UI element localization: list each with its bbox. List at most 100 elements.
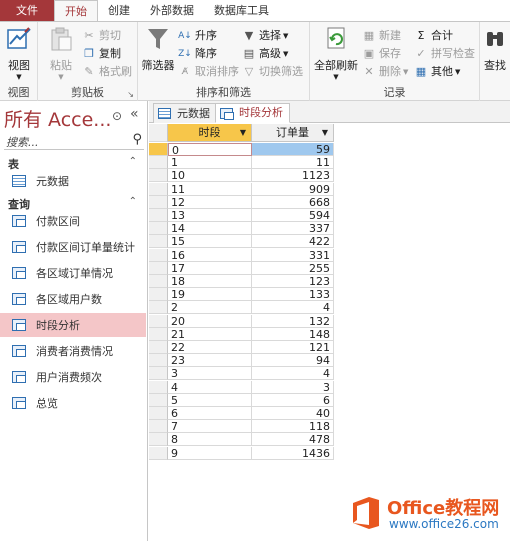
tab-external-data[interactable]: 外部数据 [140,0,204,22]
cell-order-count[interactable]: 94 [252,354,334,367]
cell-period[interactable]: 4 [168,381,252,394]
row-selector[interactable] [149,420,168,433]
column-header-order-count[interactable]: 订单量 ▼ [252,124,334,142]
collapse-pane-icon[interactable]: « [130,106,139,122]
section-queries-collapse-icon[interactable]: ⌃ [129,196,137,207]
cell-order-count[interactable]: 133 [252,288,334,301]
row-selector[interactable] [149,196,168,209]
nav-search-input[interactable]: 搜索... ⚲ [4,132,144,150]
cell-order-count[interactable]: 4 [252,367,334,380]
tab-create[interactable]: 创建 [98,0,140,22]
save-record-button[interactable]: ▣ 保存 [362,46,401,62]
sort-dropdown-icon[interactable]: ▼ [240,124,246,142]
tab-home[interactable]: 开始 [54,0,98,22]
cell-order-count[interactable]: 118 [252,420,334,433]
cell-order-count[interactable]: 594 [252,209,334,222]
toggle-filter-button[interactable]: ▽ 切换筛选 [242,64,303,80]
remove-sort-button[interactable]: A̸ 取消排序 [178,64,239,80]
cell-period[interactable]: 12 [168,196,252,209]
cell-order-count[interactable]: 909 [252,183,334,196]
row-selector[interactable] [149,447,168,460]
cell-order-count[interactable]: 337 [252,222,334,235]
cell-period[interactable]: 10 [168,169,252,182]
cell-order-count[interactable]: 6 [252,394,334,407]
nav-item-query-selected[interactable]: 时段分析 [0,313,146,337]
cell-period[interactable]: 16 [168,249,252,262]
cell-period[interactable]: 18 [168,275,252,288]
cell-period[interactable]: 7 [168,420,252,433]
format-painter-button[interactable]: ✎ 格式刷 [82,64,132,80]
row-selector[interactable] [149,209,168,222]
cell-period[interactable]: 2 [168,301,252,314]
totals-button[interactable]: Σ 合计 [414,28,453,44]
cell-period[interactable]: 9 [168,447,252,460]
nav-item-query[interactable]: 总览 [0,391,146,415]
row-selector[interactable] [149,301,168,314]
cell-order-count[interactable]: 668 [252,196,334,209]
row-selector[interactable] [149,143,168,156]
row-selector[interactable] [149,341,168,354]
cell-order-count[interactable]: 132 [252,315,334,328]
cell-period[interactable]: 3 [168,367,252,380]
more-button[interactable]: ▦ 其他 ▼ [414,64,461,80]
column-header-period[interactable]: 时段 ▼ [168,124,252,142]
filter-button[interactable]: 筛选器 [141,26,175,73]
nav-menu-icon[interactable]: ⊙ [112,109,122,123]
nav-item-query[interactable]: 各区域订单情况 [0,261,146,285]
new-record-button[interactable]: ▦ 新建 [362,28,401,44]
selection-button[interactable]: ▼ 选择 ▼ [242,28,289,44]
nav-title[interactable]: 所有 Acce... [4,105,111,132]
cell-period[interactable]: 23 [168,354,252,367]
cell-period[interactable]: 14 [168,222,252,235]
row-selector[interactable] [149,169,168,182]
row-selector[interactable] [149,354,168,367]
find-button[interactable]: 查找 [480,26,510,73]
select-all-corner[interactable] [149,124,168,142]
nav-item-query[interactable]: 各区域用户数 [0,287,146,311]
nav-item-metadata-table[interactable]: 元数据 [0,169,146,193]
row-selector[interactable] [149,235,168,248]
row-selector[interactable] [149,275,168,288]
delete-record-button[interactable]: ✕ 删除 ▼ [362,64,408,80]
cell-period[interactable]: 19 [168,288,252,301]
cell-period[interactable]: 11 [168,183,252,196]
nav-item-query[interactable]: 付款区间订单量统计 [0,235,146,259]
cell-period[interactable]: 6 [168,407,252,420]
section-tables-collapse-icon[interactable]: ⌃ [129,156,137,167]
cell-period[interactable]: 15 [168,235,252,248]
advanced-button[interactable]: ▤ 高级 ▼ [242,46,289,62]
cell-period[interactable]: 0 [168,143,252,156]
spelling-button[interactable]: ✓ 拼写检查 [414,46,475,62]
row-selector[interactable] [149,156,168,169]
cell-period[interactable]: 17 [168,262,252,275]
cell-order-count[interactable]: 123 [252,275,334,288]
refresh-all-button[interactable]: 全部刷新 ▼ [312,26,360,81]
cell-order-count[interactable]: 1123 [252,169,334,182]
nav-item-query[interactable]: 用户消费频次 [0,365,146,389]
tab-file[interactable]: 文件 [0,0,54,22]
row-selector[interactable] [149,222,168,235]
cell-order-count[interactable]: 11 [252,156,334,169]
cell-period[interactable]: 5 [168,394,252,407]
cell-period[interactable]: 8 [168,433,252,446]
sort-descending-button[interactable]: Z↓ 降序 [178,46,217,62]
row-selector[interactable] [149,407,168,420]
cell-order-count[interactable]: 1436 [252,447,334,460]
cell-order-count[interactable]: 40 [252,407,334,420]
row-selector[interactable] [149,381,168,394]
cell-order-count[interactable]: 478 [252,433,334,446]
row-selector[interactable] [149,288,168,301]
doc-tab-time-analysis[interactable]: 时段分析 [215,103,290,123]
sort-dropdown-icon[interactable]: ▼ [322,124,328,142]
row-selector[interactable] [149,262,168,275]
dialog-launcher-icon[interactable]: ↘ [127,90,134,99]
row-selector[interactable] [149,249,168,262]
cell-period[interactable]: 20 [168,315,252,328]
cell-order-count[interactable]: 422 [252,235,334,248]
cell-order-count[interactable]: 331 [252,249,334,262]
nav-item-query[interactable]: 付款区间 [0,209,146,233]
sort-ascending-button[interactable]: A↓ 升序 [178,28,217,44]
copy-button[interactable]: ❐ 复制 [82,46,121,62]
cell-order-count[interactable]: 148 [252,328,334,341]
cut-button[interactable]: ✂ 剪切 [82,28,121,44]
